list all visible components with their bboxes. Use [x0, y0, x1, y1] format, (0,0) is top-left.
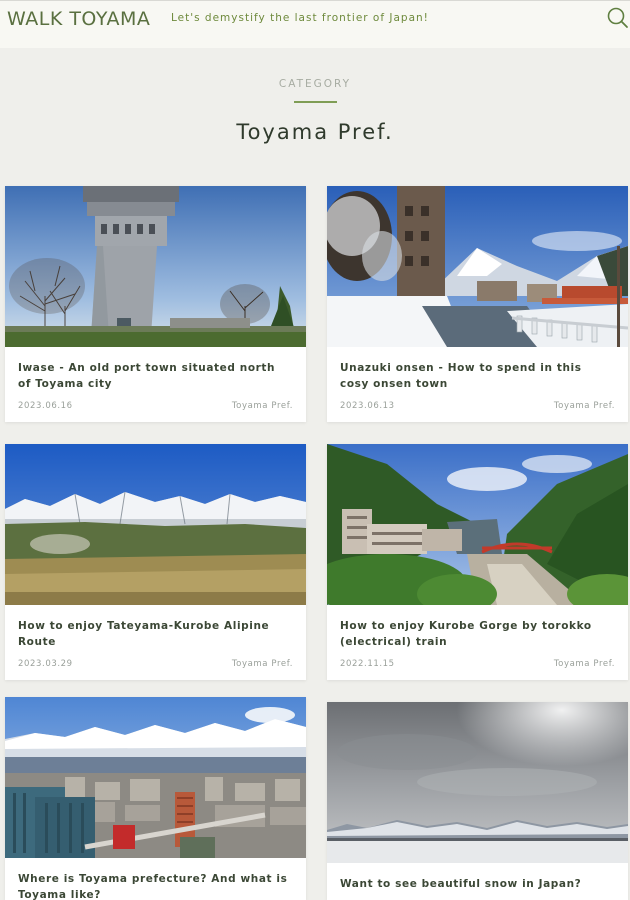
- tower-photo: [5, 186, 306, 347]
- article-category[interactable]: Toyama Pref.: [232, 401, 293, 411]
- article-title[interactable]: Want to see beautiful snow in Japan?: [340, 876, 610, 892]
- site-header: WALK TOYAMA Let's demystify the last fro…: [0, 0, 630, 48]
- site-tagline: Let's demystify the last frontier of Jap…: [171, 12, 429, 24]
- article-category[interactable]: Toyama Pref.: [554, 659, 615, 669]
- article-category[interactable]: Toyama Pref.: [232, 659, 293, 669]
- snow-field-photo: [327, 702, 628, 863]
- category-divider: [294, 101, 337, 103]
- search-icon: [607, 7, 628, 28]
- article-title[interactable]: Iwase - An old port town situated north …: [18, 360, 288, 392]
- gorge-photo: [327, 444, 628, 605]
- article-category[interactable]: Toyama Pref.: [554, 401, 615, 411]
- article-title[interactable]: Where is Toyama prefecture? And what is …: [18, 871, 288, 900]
- article-card[interactable]: Want to see beautiful snow in Japan?: [327, 702, 628, 900]
- article-thumbnail[interactable]: [5, 697, 306, 858]
- article-title[interactable]: How to enjoy Kurobe Gorge by torokko (el…: [340, 618, 610, 650]
- article-thumbnail[interactable]: [327, 444, 628, 605]
- article-card[interactable]: Where is Toyama prefecture? And what is …: [5, 697, 306, 900]
- article-date: 2022.11.15: [340, 659, 395, 669]
- category-label: CATEGORY: [278, 78, 352, 90]
- article-thumbnail[interactable]: [5, 186, 306, 347]
- article-thumbnail[interactable]: [327, 702, 628, 863]
- city-mountains-photo: [5, 697, 306, 858]
- snowy-town-photo: [327, 186, 628, 347]
- article-card[interactable]: Iwase - An old port town situated north …: [5, 186, 306, 422]
- mountain-plateau-photo: [5, 444, 306, 605]
- article-thumbnail[interactable]: [5, 444, 306, 605]
- article-thumbnail[interactable]: [327, 186, 628, 347]
- article-card[interactable]: How to enjoy Kurobe Gorge by torokko (el…: [327, 444, 628, 680]
- article-date: 2023.06.16: [18, 401, 73, 411]
- search-button[interactable]: [605, 5, 629, 29]
- article-title[interactable]: How to enjoy Tateyama-Kurobe Alipine Rou…: [18, 618, 288, 650]
- page-title: Toyama Pref.: [236, 120, 394, 144]
- site-logo[interactable]: WALK TOYAMA: [7, 8, 150, 30]
- article-date: 2023.03.29: [18, 659, 73, 669]
- article-card[interactable]: How to enjoy Tateyama-Kurobe Alipine Rou…: [5, 444, 306, 680]
- article-title[interactable]: Unazuki onsen - How to spend in this cos…: [340, 360, 610, 392]
- article-date: 2023.06.13: [340, 401, 395, 411]
- article-card[interactable]: Unazuki onsen - How to spend in this cos…: [327, 186, 628, 422]
